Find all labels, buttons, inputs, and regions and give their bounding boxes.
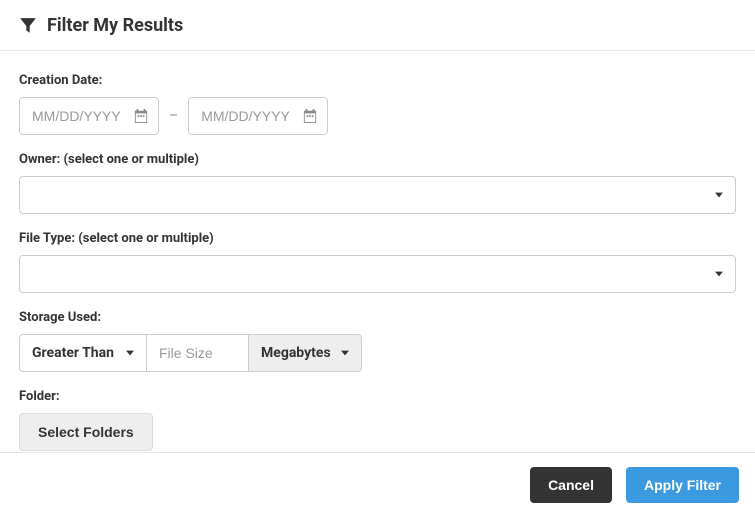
calendar-icon [134, 109, 148, 123]
storage-label: Storage Used: [19, 310, 736, 325]
storage-unit-select[interactable]: Megabytes [248, 334, 362, 372]
dialog-title: Filter My Results [47, 15, 183, 36]
owner-group: Owner: (select one or multiple) [19, 152, 736, 214]
creation-date-to-input[interactable] [201, 108, 293, 124]
storage-operator-value: Greater Than [32, 345, 114, 361]
creation-date-label: Creation Date: [19, 73, 736, 88]
creation-date-group: Creation Date: – [19, 73, 736, 135]
creation-date-from-wrap[interactable] [19, 97, 159, 135]
file-type-group: File Type: (select one or multiple) [19, 231, 736, 293]
creation-date-row: – [19, 97, 736, 135]
filter-icon [19, 17, 37, 35]
dialog-header: Filter My Results [0, 0, 755, 51]
storage-group: Storage Used: Greater Than Megabytes [19, 310, 736, 372]
owner-label: Owner: (select one or multiple) [19, 152, 736, 167]
caret-down-icon [715, 191, 723, 199]
date-range-dash: – [169, 108, 178, 124]
storage-operator-select[interactable]: Greater Than [19, 334, 147, 372]
calendar-icon [303, 109, 317, 123]
select-folders-button[interactable]: Select Folders [19, 413, 153, 451]
creation-date-from-input[interactable] [32, 108, 124, 124]
file-type-select[interactable] [19, 255, 736, 293]
owner-select[interactable] [19, 176, 736, 214]
caret-down-icon [715, 270, 723, 278]
creation-date-to-wrap[interactable] [188, 97, 328, 135]
caret-down-icon [341, 349, 349, 357]
storage-unit-value: Megabytes [261, 345, 331, 361]
apply-filter-button[interactable]: Apply Filter [626, 467, 739, 503]
storage-size-input[interactable] [147, 334, 248, 372]
caret-down-icon [126, 349, 134, 357]
folder-group: Folder: Select Folders [19, 389, 736, 451]
storage-row: Greater Than Megabytes [19, 334, 736, 372]
folder-label: Folder: [19, 389, 736, 404]
dialog-footer: Cancel Apply Filter [0, 452, 755, 517]
cancel-button[interactable]: Cancel [530, 467, 612, 503]
file-type-label: File Type: (select one or multiple) [19, 231, 736, 246]
dialog-content: Creation Date: – [0, 51, 755, 451]
